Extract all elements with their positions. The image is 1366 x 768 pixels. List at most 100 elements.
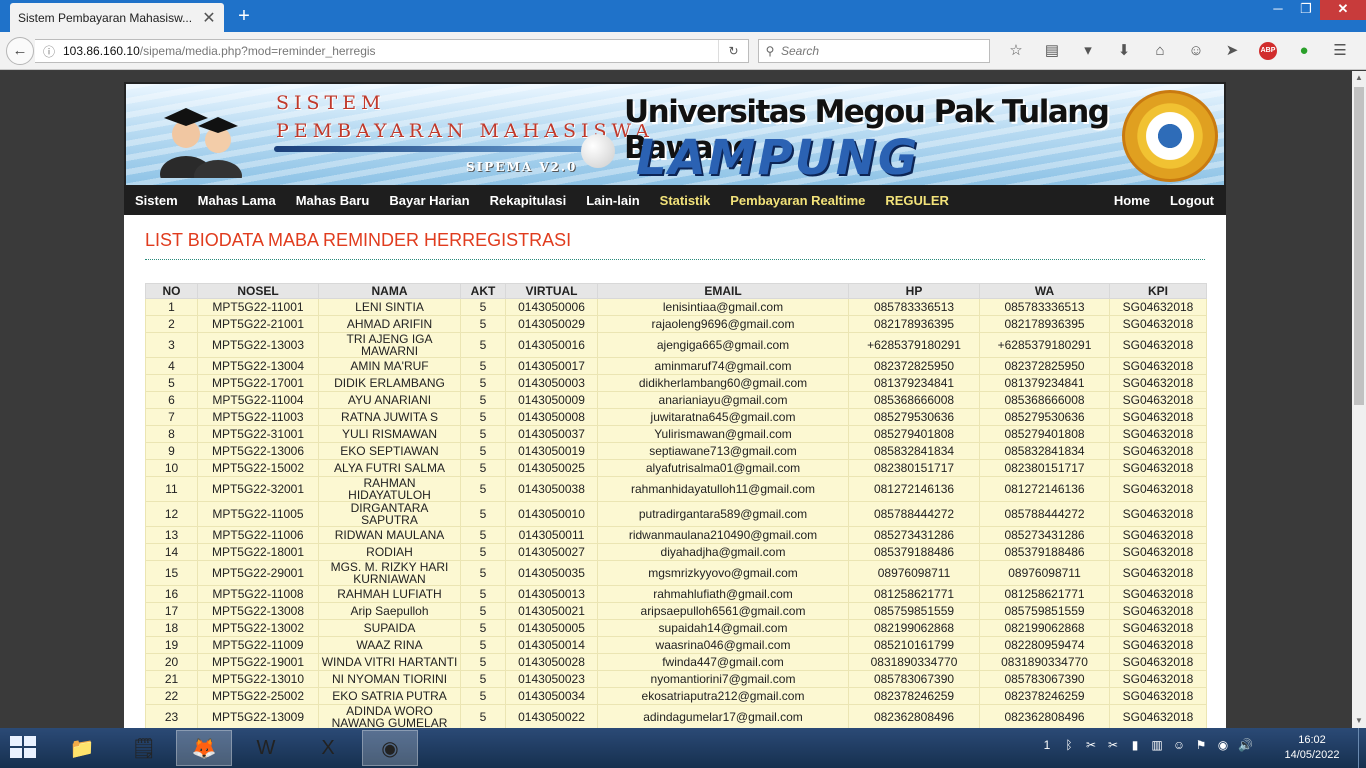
- firefox-icon[interactable]: 🦊: [176, 730, 232, 766]
- column-header: WA: [979, 283, 1110, 299]
- table-cell: 0143050038: [505, 476, 598, 502]
- close-tab-icon[interactable]: ✕: [202, 8, 216, 28]
- home-icon[interactable]: ⌂: [1142, 40, 1178, 62]
- chrome-tray-icon[interactable]: ◉: [1216, 738, 1230, 752]
- word-icon[interactable]: W: [238, 730, 294, 766]
- table-cell: 5: [460, 442, 506, 460]
- windows-start-icon[interactable]: [10, 736, 38, 760]
- menu-item-home[interactable]: Home: [1114, 193, 1150, 208]
- volume-icon[interactable]: 🔊: [1238, 738, 1253, 752]
- bluetooth-icon[interactable]: ᛒ: [1062, 738, 1076, 752]
- table-cell: SG04632018: [1109, 636, 1207, 654]
- table-cell: 0143050022: [505, 704, 598, 728]
- sticky-notes-icon[interactable]: 🗒: [116, 730, 172, 766]
- scroll-up-icon[interactable]: ▲: [1352, 71, 1366, 85]
- scrollbar-thumb[interactable]: [1354, 87, 1364, 405]
- table-cell: MPT5G22-18001: [197, 543, 319, 561]
- table-cell: 085783067390: [979, 670, 1110, 688]
- address-bar[interactable]: ⓘ 103.86.160.10 /sipema/media.php?mod=re…: [35, 39, 749, 63]
- table-cell: 082380151717: [979, 459, 1110, 477]
- menu-item-bayar-harian[interactable]: Bayar Harian: [389, 193, 469, 208]
- menu-item-mahas-baru[interactable]: Mahas Baru: [296, 193, 370, 208]
- table-cell: Arip Saepulloh: [318, 602, 461, 620]
- file-explorer-icon[interactable]: 📁: [54, 730, 110, 766]
- download-icon[interactable]: ⬇: [1106, 40, 1142, 62]
- table-row: 5 MPT5G22-17001 DIDIK ERLAMBANG 5 0143050003…: [145, 374, 1207, 392]
- table-row: 17 MPT5G22-13008 Arip Saepulloh 5 0143050021…: [145, 602, 1207, 620]
- table-cell: 082372825950: [979, 357, 1110, 375]
- table-cell: 085273431286: [979, 526, 1110, 544]
- star-icon[interactable]: ☆: [998, 40, 1034, 62]
- browser-tab[interactable]: Sistem Pembayaran Mahasisw... ✕: [10, 3, 224, 32]
- show-desktop-button[interactable]: [1358, 728, 1366, 768]
- menu-item-sistem[interactable]: Sistem: [135, 193, 178, 208]
- table-cell: nyomantiorini7@gmail.com: [597, 670, 849, 688]
- table-cell: anarianiayu@gmail.com: [597, 391, 849, 409]
- table-cell: 0143050013: [505, 585, 598, 603]
- tool2-icon[interactable]: ✂: [1106, 738, 1120, 752]
- reading-list-icon[interactable]: ▤: [1034, 40, 1070, 62]
- send-icon[interactable]: ➤: [1214, 40, 1250, 62]
- table-cell: 5: [460, 560, 506, 586]
- table-header-row: NO NOSEL NAMA AKT VIRTUAL EMAIL HP WA KPI: [145, 283, 1207, 299]
- table-cell: MPT5G22-11005: [197, 501, 319, 527]
- table-cell: 15: [145, 560, 198, 586]
- extension-icon[interactable]: ●: [1286, 40, 1322, 62]
- emoji-icon[interactable]: ☺: [1178, 40, 1214, 62]
- close-window-icon[interactable]: ✕: [1320, 0, 1366, 20]
- menu-item-lain-lain[interactable]: Lain-lain: [586, 193, 639, 208]
- search-input[interactable]: ⚲ Search: [758, 39, 990, 63]
- table-cell: 0143050016: [505, 332, 598, 358]
- menu-item-rekapitulasi[interactable]: Rekapitulasi: [490, 193, 567, 208]
- messenger-icon[interactable]: ☺: [1172, 738, 1186, 752]
- table-cell: putradirgantara589@gmail.com: [597, 501, 849, 527]
- menu-item-logout[interactable]: Logout: [1170, 193, 1214, 208]
- scroll-down-icon[interactable]: ▼: [1352, 714, 1366, 728]
- table-cell: SG04632018: [1109, 687, 1207, 705]
- table-cell: rajaoleng9696@gmail.com: [597, 315, 849, 333]
- table-cell: 5: [460, 459, 506, 477]
- clock[interactable]: 16:02 14/05/2022: [1282, 733, 1342, 763]
- table-row: 21 MPT5G22-13010 NI NYOMAN TIORINI 5 0143050…: [145, 670, 1207, 688]
- excel-icon[interactable]: X: [300, 730, 356, 766]
- menu-item-pembayaran-realtime[interactable]: Pembayaran Realtime: [730, 193, 865, 208]
- table-cell: +6285379180291: [979, 332, 1110, 358]
- table-cell: TRI AJENG IGA MAWARNI: [318, 332, 461, 358]
- window-controls: ─ ❐ ✕: [1264, 0, 1366, 22]
- table-row: 4 MPT5G22-13004 AMIN MA'RUF 5 0143050017 amin…: [145, 357, 1207, 375]
- table-cell: 081272146136: [979, 476, 1110, 502]
- table-cell: 085279401808: [979, 425, 1110, 443]
- table-cell: 0143050008: [505, 408, 598, 426]
- back-arrow-icon[interactable]: ←: [6, 37, 34, 65]
- battery-icon[interactable]: ▮: [1128, 738, 1142, 752]
- table-cell: 0831890334770: [848, 653, 980, 671]
- pocket-icon[interactable]: ▾: [1070, 40, 1106, 62]
- table-cell: 082372825950: [848, 357, 980, 375]
- vertical-scrollbar[interactable]: ▲ ▼: [1352, 71, 1366, 728]
- flag-icon[interactable]: ⚑: [1194, 738, 1208, 752]
- restore-icon[interactable]: ❐: [1292, 0, 1320, 20]
- table-cell: +6285379180291: [848, 332, 980, 358]
- table-cell: 4: [145, 357, 198, 375]
- chrome-icon[interactable]: ◉: [362, 730, 418, 766]
- table-cell: RIDWAN MAULANA: [318, 526, 461, 544]
- menu-item-mahas-lama[interactable]: Mahas Lama: [198, 193, 276, 208]
- table-cell: 0143050009: [505, 391, 598, 409]
- menu-icon[interactable]: ☰: [1322, 40, 1358, 62]
- adblock-icon[interactable]: ABP: [1259, 42, 1277, 60]
- menu-item-reguler[interactable]: REGULER: [885, 193, 949, 208]
- table-cell: 6: [145, 391, 198, 409]
- table-cell: MPT5G22-19001: [197, 653, 319, 671]
- info-icon[interactable]: ⓘ: [35, 43, 63, 60]
- menu-item-statistik[interactable]: Statistik: [660, 193, 711, 208]
- minimize-icon[interactable]: ─: [1264, 0, 1292, 20]
- network-icon[interactable]: ▥: [1150, 738, 1164, 752]
- new-tab-button[interactable]: +: [232, 3, 256, 29]
- table-cell: MPT5G22-31001: [197, 425, 319, 443]
- table-cell: 17: [145, 602, 198, 620]
- table-cell: lenisintiaa@gmail.com: [597, 298, 849, 316]
- tool-icon[interactable]: ✂: [1084, 738, 1098, 752]
- table-cell: 0143050035: [505, 560, 598, 586]
- notification-badge[interactable]: 1: [1040, 738, 1054, 752]
- reload-icon[interactable]: ↻: [718, 40, 748, 62]
